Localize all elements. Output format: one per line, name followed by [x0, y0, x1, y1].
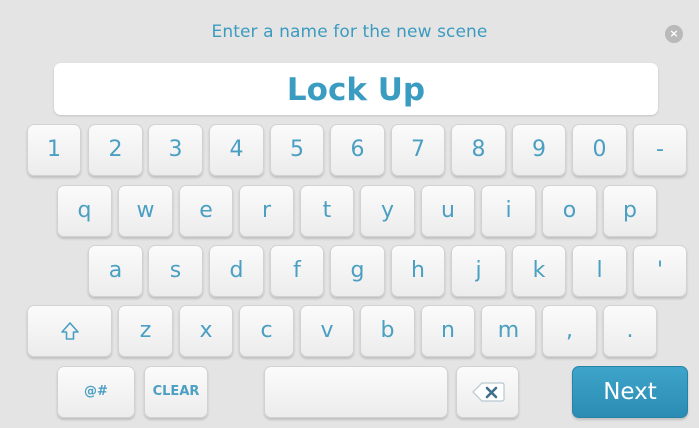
key-h[interactable]: h: [391, 245, 445, 297]
dialog-title: Enter a name for the new scene: [211, 22, 488, 42]
key-apostrophe[interactable]: ': [633, 245, 687, 297]
key-r[interactable]: r: [239, 185, 294, 237]
key-a[interactable]: a: [88, 245, 143, 297]
key-k[interactable]: k: [512, 245, 566, 297]
close-button[interactable]: ×: [665, 25, 683, 43]
key-t[interactable]: t: [300, 185, 354, 237]
key-n[interactable]: n: [421, 305, 475, 357]
space-key[interactable]: [264, 366, 448, 418]
key-5[interactable]: 5: [270, 124, 324, 176]
key-s[interactable]: s: [148, 245, 203, 297]
key-g[interactable]: g: [330, 245, 385, 297]
key-y[interactable]: y: [360, 185, 415, 237]
key-b[interactable]: b: [360, 305, 415, 357]
symbols-key[interactable]: @#: [57, 366, 135, 418]
key-0[interactable]: 0: [572, 124, 627, 176]
shift-key[interactable]: [27, 305, 112, 357]
key-6[interactable]: 6: [330, 124, 385, 176]
key-7[interactable]: 7: [391, 124, 445, 176]
key-9[interactable]: 9: [512, 124, 566, 176]
key-8[interactable]: 8: [451, 124, 506, 176]
key-o[interactable]: o: [542, 185, 597, 237]
key-x[interactable]: x: [179, 305, 233, 357]
key-l[interactable]: l: [572, 245, 627, 297]
key-m[interactable]: m: [481, 305, 536, 357]
key-4[interactable]: 4: [209, 124, 264, 176]
key-z[interactable]: z: [118, 305, 173, 357]
key-q[interactable]: q: [57, 185, 112, 237]
key-period[interactable]: .: [603, 305, 657, 357]
key-i[interactable]: i: [481, 185, 536, 237]
shift-arrow-icon: [60, 322, 79, 340]
key-comma[interactable]: ,: [542, 305, 597, 357]
next-button[interactable]: Next: [572, 366, 688, 418]
key-1[interactable]: 1: [27, 124, 81, 176]
key-e[interactable]: e: [179, 185, 233, 237]
clear-key[interactable]: CLEAR: [144, 366, 208, 418]
key-minus[interactable]: -: [633, 124, 687, 176]
key-j[interactable]: j: [451, 245, 506, 297]
key-w[interactable]: w: [118, 185, 173, 237]
backspace-key[interactable]: [456, 366, 519, 418]
key-u[interactable]: u: [421, 185, 475, 237]
backspace-icon: [471, 382, 505, 402]
key-c[interactable]: c: [239, 305, 294, 357]
key-v[interactable]: v: [300, 305, 354, 357]
key-p[interactable]: p: [603, 185, 657, 237]
key-3[interactable]: 3: [148, 124, 203, 176]
scene-name-input[interactable]: Lock Up: [54, 63, 658, 115]
close-icon: ×: [669, 27, 679, 40]
key-d[interactable]: d: [209, 245, 264, 297]
key-2[interactable]: 2: [88, 124, 143, 176]
key-f[interactable]: f: [270, 245, 324, 297]
